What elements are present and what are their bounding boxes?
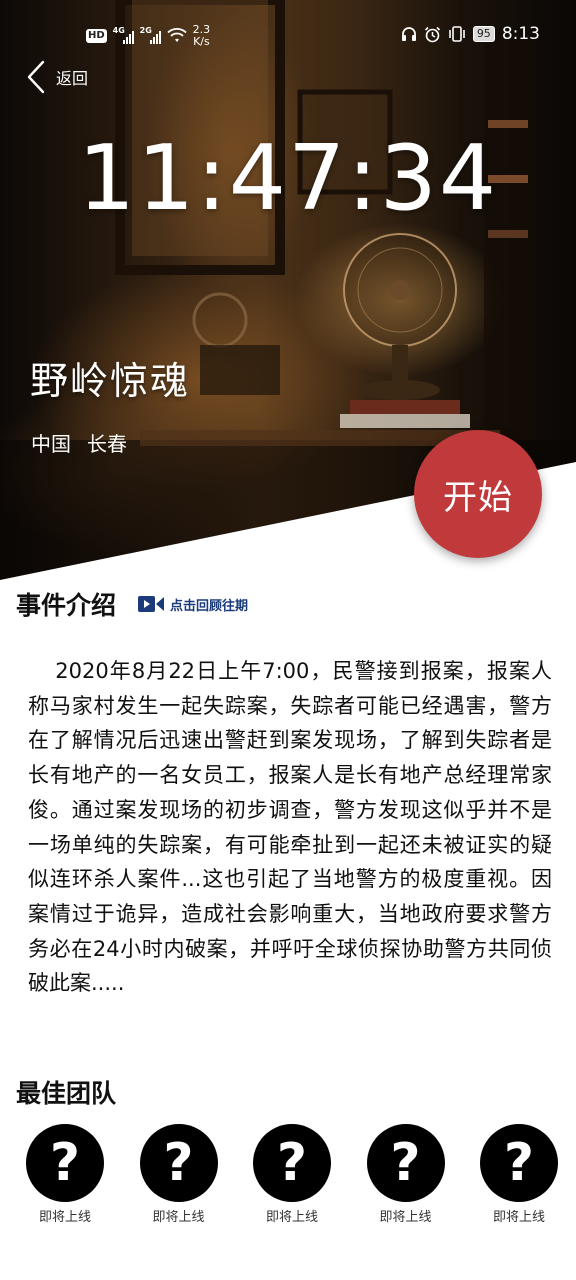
wifi-icon: [167, 28, 187, 42]
countdown-timer: 11:47:34: [77, 126, 499, 231]
location-city: 长春: [87, 432, 127, 456]
headphones-icon: [401, 27, 416, 41]
question-mark-avatar: ?: [253, 1124, 331, 1202]
battery-icon: 95: [472, 26, 495, 42]
hero-banner: HD 4G 2G 2.3 K/s 95 8:13 返回 11:47:34 野岭惊…: [0, 0, 576, 580]
video-camera-icon: [138, 596, 165, 612]
signal-icon: 2G: [140, 26, 161, 44]
member-label: 即将上线: [492, 1210, 545, 1225]
question-mark-avatar: ?: [139, 1124, 218, 1202]
back-button[interactable]: 返回: [26, 60, 88, 94]
member-label: 即将上线: [379, 1210, 432, 1225]
start-button[interactable]: 开始: [414, 430, 542, 558]
team-member[interactable]: ? 即将上线: [22, 1124, 108, 1225]
question-mark-avatar: ?: [26, 1124, 104, 1202]
team-member[interactable]: ? 即将上线: [136, 1124, 222, 1225]
event-intro-title: 事件介绍: [16, 591, 117, 620]
case-title: 野岭惊魂: [30, 359, 191, 403]
network-speed: 2.3 K/s: [192, 23, 211, 48]
hd-badge: HD: [86, 29, 107, 43]
status-bar: HD 4G 2G 2.3 K/s 95 8:13: [0, 20, 576, 56]
chevron-left-icon: [27, 60, 45, 94]
member-label: 即将上线: [265, 1210, 318, 1225]
signal-icon: 4G: [113, 26, 134, 44]
alarm-icon: [424, 26, 440, 42]
team-member[interactable]: ? 即将上线: [476, 1124, 562, 1225]
team-member[interactable]: ? 即将上线: [249, 1124, 335, 1225]
back-label: 返回: [56, 69, 89, 88]
team-member[interactable]: ? 即将上线: [363, 1124, 449, 1225]
case-location: 中国 长春: [31, 428, 127, 457]
team-list: ? 即将上线 ? 即将上线 ? 即将上线 ? 即将上线 ? 即将上线: [22, 1124, 562, 1225]
member-label: 即将上线: [38, 1210, 91, 1225]
location-country: 中国: [31, 432, 71, 456]
question-mark-avatar: ?: [480, 1124, 558, 1202]
vibrate-icon: [449, 26, 465, 42]
event-intro-header: 事件介绍 点击回顾往期: [16, 586, 248, 622]
question-mark-avatar: ?: [366, 1124, 445, 1202]
best-team-title: 最佳团队: [16, 1079, 117, 1108]
event-description: 2020年8月22日上午7:00，民警接到报案，报案人称马家村发生一起失踪案，失…: [28, 659, 552, 996]
replay-link[interactable]: 点击回顾往期: [138, 595, 248, 614]
member-label: 即将上线: [152, 1210, 205, 1225]
status-time: 8:13: [501, 24, 540, 44]
replay-label: 点击回顾往期: [170, 598, 249, 614]
